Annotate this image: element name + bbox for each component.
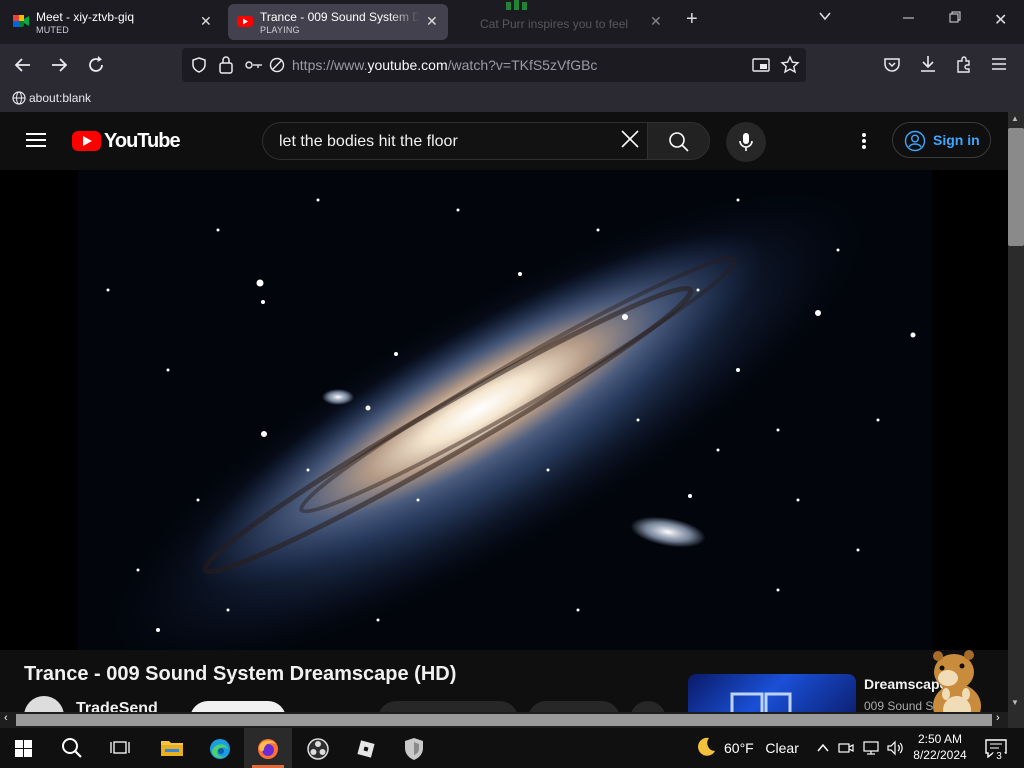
moon-icon [698,737,715,756]
scroll-down-arrow-icon[interactable]: ▼ [1011,698,1019,707]
scroll-left-arrow-icon[interactable]: ‹ [4,712,8,724]
account-icon [904,130,926,152]
url-path: /watch?v=TKfS5zVfGBc [447,57,598,73]
tab-playing-label: PLAYING [260,25,300,35]
file-explorer-button[interactable] [148,728,196,768]
reload-icon[interactable] [85,54,107,76]
new-tab-icon[interactable]: + [686,8,698,31]
tab-title: Meet - xiy-ztvb-giq [36,10,135,24]
weather-widget[interactable]: 60°F Clear [698,737,799,756]
video-title: Trance - 009 Sound System Dreamscape (HD… [24,663,457,685]
settings-more-icon[interactable] [856,131,872,151]
edge-icon [210,739,230,759]
bookmark-star-icon[interactable] [780,55,800,75]
autoplay-blocked-icon[interactable] [268,56,286,74]
start-button[interactable] [0,728,48,768]
weather-condition: Clear [765,740,799,756]
url-domain: youtube.com [367,57,448,73]
search-taskbar-button[interactable] [48,728,96,768]
tab-youtube-trance[interactable]: Trance - 009 Sound System Dreamscape PLA… [228,4,448,40]
obs-button[interactable] [294,728,342,768]
close-tab-icon[interactable]: ✕ [650,13,662,30]
roblox-icon [357,740,375,758]
minimize-icon[interactable] [903,10,915,29]
voice-search-button[interactable] [726,122,766,162]
weather-temperature: 60°F [724,740,754,756]
folder-icon [161,741,183,756]
extensions-icon[interactable] [954,54,974,74]
url-text[interactable]: https://www.youtube.com/watch?v=TKfS5zVf… [292,57,597,73]
globe-icon [12,91,26,105]
scroll-up-arrow-icon[interactable]: ▲ [1011,114,1019,123]
windows-logo-icon [15,740,32,757]
guide-menu-icon[interactable] [26,129,46,151]
youtube-header: YouTube let the bodies hit the floor Sig… [0,112,1008,170]
tab-strip: Meet - xiy-ztvb-giq MUTED ✕ Trance - 009… [0,0,1024,44]
tab-title: Trance - 009 Sound System Dreamscape [260,10,420,24]
clock-date: 8/22/2024 [913,748,967,762]
lock-icon[interactable] [218,55,234,75]
picture-in-picture-icon[interactable] [752,56,770,74]
vertical-scroll-thumb[interactable] [1008,128,1024,246]
firefox-icon [258,739,278,759]
camera-privacy-icon[interactable] [838,740,854,756]
roblox-button[interactable] [342,728,390,768]
address-bar[interactable]: https://www.youtube.com/watch?v=TKfS5zVf… [182,48,806,82]
clock-time: 2:50 AM [917,732,963,746]
horizontal-scroll-thumb[interactable] [16,714,992,726]
restore-icon[interactable] [949,10,961,29]
tab-list-chevron-icon[interactable] [818,9,832,28]
notification-count-badge: 3 [992,750,1006,764]
youtube-icon [237,16,253,27]
microphone-icon [739,133,753,151]
downloads-icon[interactable] [918,54,938,74]
pocket-icon[interactable] [882,55,902,75]
windows-taskbar: 60°F Clear 2:50 AM 8/22/2024 3 [0,728,1024,768]
permissions-icon[interactable] [244,57,264,73]
bookmark-about-blank[interactable]: about:blank [12,91,91,105]
bookmarks-toolbar: about:blank [0,86,1024,112]
youtube-play-icon [72,131,101,151]
search-icon [62,738,82,758]
clear-search-icon[interactable] [619,128,641,157]
navigation-toolbar: https://www.youtube.com/watch?v=TKfS5zVf… [0,44,1024,86]
tab-meet[interactable]: Meet - xiy-ztvb-giq MUTED ✕ [4,4,222,40]
close-window-icon[interactable]: ✕ [994,10,1007,30]
sign-in-button[interactable]: Sign in [892,122,991,158]
video-player[interactable] [0,170,1008,650]
search-button[interactable] [647,122,710,160]
security-app-button[interactable] [390,728,438,768]
close-tab-icon[interactable]: ✕ [426,13,438,30]
task-view-icon [110,741,130,754]
bookmark-label: about:blank [29,91,92,105]
youtube-logo-text: YouTube [104,130,181,152]
google-meet-icon [13,15,29,27]
galaxy-image [78,170,932,650]
system-clock[interactable]: 2:50 AM 8/22/2024 [908,731,972,763]
firefox-button[interactable] [244,728,292,768]
search-input[interactable]: let the bodies hit the floor [262,122,648,160]
edge-button[interactable] [196,728,244,768]
forward-icon[interactable] [48,54,70,76]
network-icon[interactable] [862,740,880,756]
search-query: let the bodies hit the floor [279,133,458,150]
menu-icon[interactable] [991,56,1007,72]
search-icon [669,132,689,152]
tab-title: Cat Purr inspires you to feel [480,17,629,31]
volume-icon[interactable] [886,740,904,756]
back-icon[interactable] [12,54,34,76]
tab-muted-label: MUTED [36,25,69,35]
scroll-right-arrow-icon[interactable]: › [996,712,1000,724]
galaxy-video-frame [78,170,932,650]
url-prefix: https://www. [292,57,368,73]
tab-cat-purr[interactable]: Cat Purr inspires you to feel ✕ [454,0,670,40]
show-hidden-icons-chevron-icon[interactable] [816,742,830,754]
close-tab-icon[interactable]: ✕ [200,13,212,30]
sign-in-label: Sign in [933,132,980,148]
loading-indicator-icon [506,0,527,10]
shield-app-icon [405,738,423,760]
shield-icon[interactable] [190,56,208,74]
task-view-button[interactable] [96,728,144,768]
obs-icon [307,738,329,760]
